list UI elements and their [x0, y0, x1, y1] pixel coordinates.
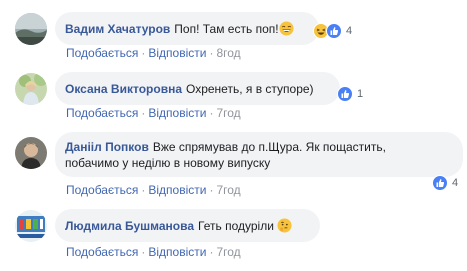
comment-actions: Подобається · Відповісти · 7год [66, 183, 241, 197]
comment-bubble: Данііл Попков Вже спрямував до п.Щура. Як… [55, 132, 463, 177]
avatar[interactable] [15, 210, 47, 242]
reactions[interactable]: 4 [313, 22, 352, 40]
comment-text: Охренеть, я в ступоре) [186, 82, 314, 96]
like-reaction-icon [432, 175, 448, 191]
reaction-count: 4 [346, 25, 353, 37]
avatar[interactable] [15, 137, 47, 169]
like-link[interactable]: Подобається [66, 46, 138, 60]
like-reaction-icon [337, 86, 353, 102]
like-reaction-icon [326, 23, 342, 39]
comment-time[interactable]: 8год [216, 46, 240, 60]
comment-author[interactable]: Оксана Викторовна [65, 82, 182, 96]
thinking-emoji [277, 218, 292, 233]
reply-link[interactable]: Відповісти [148, 106, 206, 120]
like-link[interactable]: Подобається [66, 106, 138, 120]
reactions[interactable]: 1 [337, 85, 363, 103]
reply-link[interactable]: Відповісти [148, 46, 206, 60]
like-link[interactable]: Подобається [66, 183, 138, 197]
grin-emoji [279, 21, 294, 36]
like-link[interactable]: Подобається [66, 245, 138, 259]
comment-text-line-1: Вже спрямував до п.Щура. Як пощастить, [152, 140, 386, 154]
reaction-count: 4 [452, 177, 459, 189]
comment-bubble: Оксана Викторовна Охренеть, я в ступоре) [55, 72, 340, 105]
comment-actions: Подобається · Відповісти · 7год [66, 106, 241, 120]
comment-bubble: Вадим Хачатуров Поп! Там есть поп! [55, 12, 319, 45]
comment-bubble: Людмила Бушманова Геть подуріли [55, 209, 320, 242]
comment-text: Поп! Там есть поп! [174, 22, 279, 36]
comment-author[interactable]: Вадим Хачатуров [65, 22, 170, 36]
comment-author[interactable]: Людмила Бушманова [65, 219, 194, 233]
comment-text: Геть подуріли [198, 219, 274, 233]
comment-time[interactable]: 7год [216, 245, 240, 259]
comment-time[interactable]: 7год [216, 106, 240, 120]
avatar[interactable] [15, 73, 47, 105]
reply-link[interactable]: Відповісти [148, 183, 206, 197]
comment-time[interactable]: 7год [216, 183, 240, 197]
comment-author[interactable]: Данііл Попков [65, 140, 149, 154]
reactions[interactable]: 4 [432, 174, 458, 192]
comment-text-line-2: побачимо у неділю в новому випуску [65, 156, 271, 170]
reply-link[interactable]: Відповісти [148, 245, 206, 259]
avatar[interactable] [15, 13, 47, 45]
reaction-count: 1 [357, 88, 364, 100]
comment-actions: Подобається · Відповісти · 7год [66, 245, 241, 259]
comment-actions: Подобається · Відповісти · 8год [66, 46, 241, 60]
